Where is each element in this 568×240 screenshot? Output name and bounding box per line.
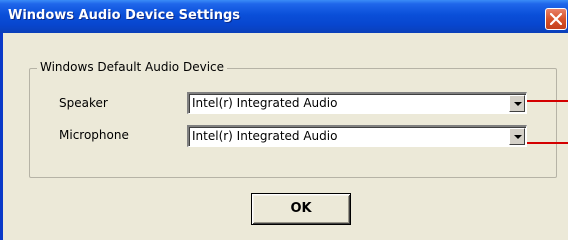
microphone-dropdown[interactable]: Intel(r) Integrated Audio	[187, 125, 527, 147]
close-icon	[550, 13, 562, 25]
chevron-down-icon	[514, 102, 522, 106]
speaker-dropdown-button[interactable]	[509, 95, 525, 112]
chevron-down-icon	[514, 135, 522, 139]
speaker-selected-value: Intel(r) Integrated Audio	[192, 96, 338, 110]
close-button[interactable]	[545, 8, 567, 30]
speaker-label: Speaker	[59, 96, 108, 110]
dialog-window: Windows Audio Device Settings Windows De…	[0, 0, 568, 240]
microphone-selected-value: Intel(r) Integrated Audio	[192, 129, 338, 143]
microphone-dropdown-button[interactable]	[509, 128, 525, 145]
ok-button[interactable]: OK	[251, 193, 351, 225]
window-title: Windows Audio Device Settings	[8, 8, 241, 23]
title-bar[interactable]: Windows Audio Device Settings	[0, 0, 568, 33]
speaker-annotation-line	[527, 100, 568, 102]
default-audio-device-group	[29, 68, 557, 178]
group-legend: Windows Default Audio Device	[37, 60, 228, 74]
microphone-label: Microphone	[59, 128, 129, 142]
speaker-dropdown[interactable]: Intel(r) Integrated Audio	[187, 92, 527, 114]
microphone-annotation-line	[527, 142, 568, 144]
